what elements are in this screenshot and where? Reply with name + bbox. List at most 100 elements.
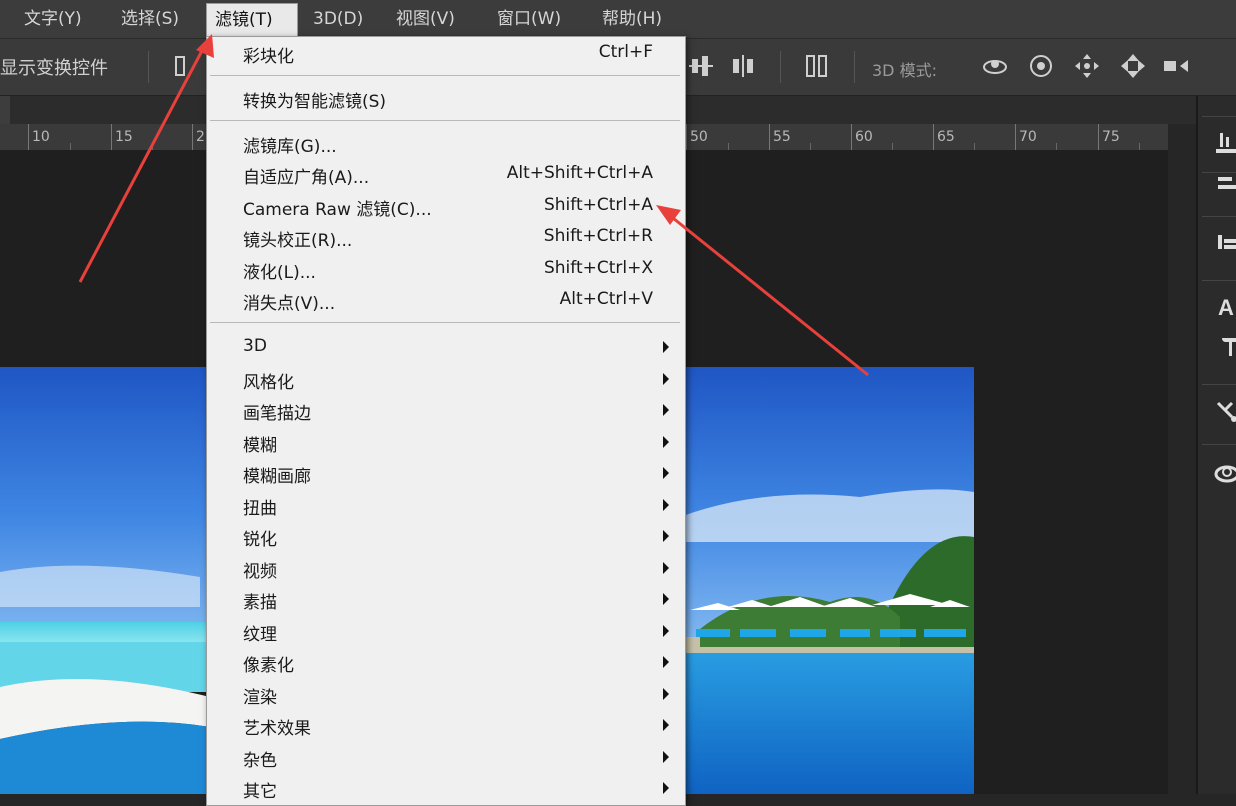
ruler-label: 60: [855, 129, 873, 145]
menu-item-label: 自适应广角(A)...: [243, 163, 369, 188]
submenu-video[interactable]: 视频: [207, 554, 685, 585]
submenu-noise[interactable]: 杂色: [207, 743, 685, 774]
filter-menu-dropdown: 彩块化 Ctrl+F 转换为智能滤镜(S) 滤镜库(G)... 自适应广角(A)…: [206, 36, 686, 806]
menu-item-label: Camera Raw 滤镜(C)...: [243, 195, 432, 220]
menu-item-shortcut: Shift+Ctrl+X: [544, 258, 653, 278]
rotate-3d-icon[interactable]: [980, 51, 1010, 81]
menu-item-label: 风格化: [243, 368, 294, 393]
menu-item-label: 3D: [243, 336, 267, 356]
menu-item-vanishing-point[interactable]: 消失点(V)... Alt+Ctrl+V: [207, 286, 685, 317]
submenu-arrow-icon: [663, 341, 669, 353]
libraries-icon[interactable]: [1202, 444, 1236, 501]
submenu-arrow-icon: [663, 436, 669, 448]
submenu-sketch[interactable]: 素描: [207, 585, 685, 616]
document-tab[interactable]: [0, 96, 10, 124]
brush-settings-icon[interactable]: [1202, 116, 1236, 173]
distribute-icon[interactable]: [802, 51, 832, 81]
divider: [148, 51, 149, 83]
submenu-blur-gallery[interactable]: 模糊画廊: [207, 459, 685, 490]
submenu-arrow-icon: [663, 593, 669, 605]
submenu-arrow-icon: [663, 625, 669, 637]
submenu-arrow-icon: [663, 656, 669, 668]
menu-item-label: 锐化: [243, 525, 277, 550]
menu-text[interactable]: 文字(Y): [24, 0, 82, 38]
scale-3d-icon[interactable]: [1162, 51, 1192, 81]
svg-text:A: A: [1218, 295, 1234, 320]
menu-item-camera-raw-filter[interactable]: Camera Raw 滤镜(C)... Shift+Ctrl+A: [207, 192, 685, 223]
menu-item-convert-smart-filter[interactable]: 转换为智能滤镜(S): [207, 84, 685, 115]
menu-item-shortcut: Shift+Ctrl+R: [544, 226, 653, 246]
menu-item-adaptive-wide-angle[interactable]: 自适应广角(A)... Alt+Shift+Ctrl+A: [207, 160, 685, 191]
submenu-arrow-icon: [663, 404, 669, 416]
menu-view[interactable]: 视图(V): [396, 0, 455, 38]
menu-help[interactable]: 帮助(H): [602, 0, 662, 38]
slide-3d-icon[interactable]: [1118, 51, 1148, 81]
divider: [780, 51, 781, 83]
menu-item-label: 滤镜库(G)...: [243, 132, 337, 157]
submenu-sharpen[interactable]: 锐化: [207, 522, 685, 553]
menu-filter[interactable]: 滤镜(T): [206, 3, 298, 37]
menu-item-last-filter[interactable]: 彩块化 Ctrl+F: [207, 39, 685, 70]
menu-bar: 文字(Y) 选择(S) 滤镜(T) 3D(D) 视图(V) 窗口(W) 帮助(H…: [0, 0, 1236, 39]
menu-item-label: 扭曲: [243, 494, 277, 519]
menu-select[interactable]: 选择(S): [121, 0, 179, 38]
submenu-other[interactable]: 其它: [207, 774, 685, 805]
ruler-label: 15: [115, 129, 133, 145]
menu-item-liquify[interactable]: 液化(L)... Shift+Ctrl+X: [207, 255, 685, 286]
tools-icon[interactable]: [1202, 384, 1236, 441]
ruler-label: 75: [1102, 129, 1120, 145]
menu-item-lens-correction[interactable]: 镜头校正(R)... Shift+Ctrl+R: [207, 223, 685, 254]
menu-item-label: 模糊画廊: [243, 462, 311, 487]
menu-item-label: 液化(L)...: [243, 258, 316, 283]
menu-item-label: 渲染: [243, 683, 277, 708]
align-left-icon[interactable]: [170, 51, 200, 81]
submenu-brush-strokes[interactable]: 画笔描边: [207, 396, 685, 427]
submenu-arrow-icon: [663, 719, 669, 731]
clone-source-icon[interactable]: [1202, 172, 1236, 213]
submenu-texture[interactable]: 纹理: [207, 617, 685, 648]
menu-item-label: 杂色: [243, 746, 277, 771]
submenu-arrow-icon: [663, 467, 669, 479]
submenu-render[interactable]: 渲染: [207, 680, 685, 711]
menu-item-label: 镜头校正(R)...: [243, 226, 352, 251]
submenu-arrow-icon: [663, 373, 669, 385]
menu-separator: [210, 75, 680, 76]
submenu-artistic[interactable]: 艺术效果: [207, 711, 685, 742]
menu-item-shortcut: Shift+Ctrl+A: [544, 195, 653, 215]
pan-3d-icon[interactable]: [1072, 51, 1102, 81]
submenu-arrow-icon: [663, 499, 669, 511]
layers-stack-icon[interactable]: [1202, 216, 1236, 273]
submenu-arrow-icon: [663, 688, 669, 700]
3d-mode-label: 3D 模式:: [872, 57, 937, 81]
submenu-stylize[interactable]: 风格化: [207, 365, 685, 396]
right-panel-dock: A: [1196, 96, 1236, 794]
paragraph-icon[interactable]: [1202, 332, 1236, 382]
submenu-blur[interactable]: 模糊: [207, 428, 685, 459]
menu-item-label: 艺术效果: [243, 714, 311, 739]
menu-item-label: 转换为智能滤镜(S): [243, 87, 386, 112]
roll-3d-icon[interactable]: [1026, 51, 1056, 81]
menu-item-label: 其它: [243, 777, 277, 802]
ruler-label: 55: [773, 129, 791, 145]
align-icon[interactable]: [686, 51, 716, 81]
menu-item-label: 纹理: [243, 620, 277, 645]
submenu-arrow-icon: [663, 562, 669, 574]
menu-item-label: 彩块化: [243, 42, 294, 67]
show-transform-controls-label[interactable]: 显示变换控件: [0, 54, 108, 80]
menu-item-shortcut: Alt+Shift+Ctrl+A: [507, 163, 653, 183]
menu-item-filter-gallery[interactable]: 滤镜库(G)...: [207, 129, 685, 160]
submenu-3d[interactable]: 3D: [207, 333, 685, 364]
menu-separator: [210, 322, 680, 323]
menu-item-label: 视频: [243, 557, 277, 582]
menu-3d[interactable]: 3D(D): [313, 0, 363, 38]
menu-item-label: 模糊: [243, 431, 277, 456]
menu-item-label: 画笔描边: [243, 399, 311, 424]
align-center-icon[interactable]: [728, 51, 758, 81]
submenu-pixelate[interactable]: 像素化: [207, 648, 685, 679]
menu-window[interactable]: 窗口(W): [497, 0, 561, 38]
submenu-distort[interactable]: 扭曲: [207, 491, 685, 522]
menu-item-shortcut: Alt+Ctrl+V: [560, 289, 653, 309]
character-text-icon[interactable]: A: [1202, 280, 1236, 337]
ruler-label: 70: [1019, 129, 1037, 145]
submenu-arrow-icon: [663, 782, 669, 794]
